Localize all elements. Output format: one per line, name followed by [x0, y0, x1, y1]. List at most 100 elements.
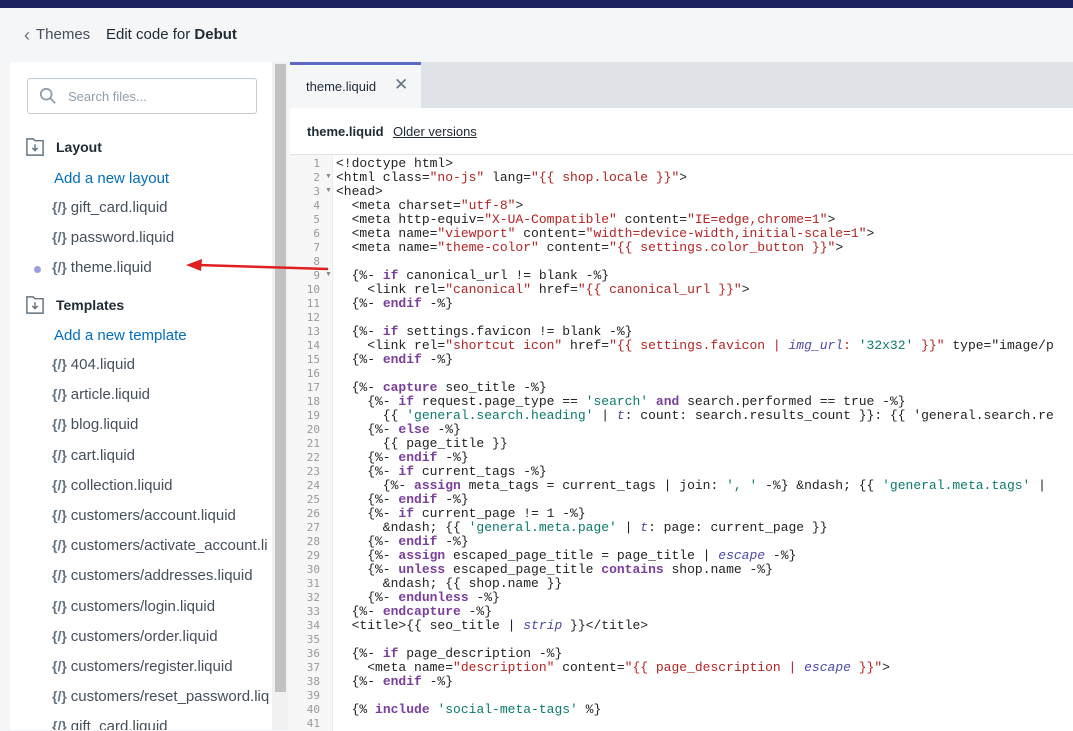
code-line[interactable]: {%- capture seo_title -%} [336, 380, 547, 395]
code-line[interactable]: <html class="no-js" lang="{{ shop.locale… [336, 170, 687, 185]
code-line[interactable]: {%- if canonical_url != blank -%} [336, 268, 609, 283]
file-name: theme.liquid [70, 259, 152, 276]
file-name: customers/login.liquid [70, 597, 216, 615]
file-code-icon: {/} [52, 597, 67, 614]
file-code-icon: {/} [52, 446, 67, 463]
file-item[interactable]: {/} gift_card.liquid [52, 718, 168, 730]
file-code-icon: {/} [52, 199, 67, 215]
file-item[interactable]: {/} customers/reset_password.liq [52, 688, 269, 705]
page-header: ‹ Themes Edit code for Debut [10, 8, 1073, 62]
code-line[interactable]: {%- if current_page != 1 -%} [336, 506, 585, 521]
file-item[interactable]: {/} customers/activate_account.li [52, 537, 268, 554]
file-code-icon: {/} [52, 507, 67, 523]
file-item[interactable]: {/} blog.liquid [52, 416, 138, 433]
code-line[interactable]: {%- endif -%} [336, 296, 453, 311]
file-item[interactable]: {/} customers/addresses.liquid [52, 567, 253, 584]
code-line[interactable]: <meta charset="utf-8"> [336, 198, 524, 213]
tab-theme-liquid[interactable]: theme.liquid ✕ [290, 62, 421, 108]
line-number: 20 [306, 423, 320, 436]
code-line[interactable]: <meta http-equiv="X-UA-Compatible" conte… [336, 212, 836, 227]
line-number: 23 [306, 465, 320, 478]
code-line[interactable]: <title>{{ seo_title | strip }}</title> [336, 618, 648, 633]
code-line[interactable]: {%- else -%} [336, 422, 461, 437]
code-line[interactable]: {% include 'social-meta-tags' %} [336, 702, 602, 717]
file-code-icon: {/} [52, 229, 67, 245]
code-line[interactable]: {%- if page_description -%} [336, 646, 563, 661]
file-item[interactable]: {/} 404.liquid [52, 356, 135, 373]
file-item[interactable]: {/} article.liquid [52, 386, 150, 403]
file-code-icon: {/} [52, 416, 67, 433]
code-line[interactable]: <meta name="description" content="{{ pag… [336, 660, 890, 675]
code-line[interactable]: <link rel="shortcut icon" href="{{ setti… [336, 338, 1054, 353]
file-code-icon: {/} [52, 386, 67, 403]
search-files-input[interactable] [66, 85, 250, 107]
code-line[interactable]: {%- if request.page_type == 'search' and… [336, 394, 905, 409]
file-code-icon: {/} [52, 718, 67, 730]
code-line[interactable]: {%- endcapture -%} [336, 604, 492, 619]
back-to-themes-link[interactable]: ‹ Themes [24, 26, 91, 44]
page-title-prefix: Edit code for [106, 26, 195, 43]
older-versions-link[interactable]: Older versions [393, 124, 477, 139]
file-item[interactable]: {/} customers/login.liquid [52, 598, 215, 615]
file-item[interactable]: {/} customers/order.liquid [52, 628, 218, 645]
code-line[interactable]: <!doctype html> [336, 156, 453, 171]
code-line[interactable]: {{ page_title }} [336, 436, 508, 451]
file-item[interactable]: {/} collection.liquid [52, 477, 173, 494]
back-label: Themes [36, 26, 91, 43]
code-line[interactable]: {{ 'general.search.heading' | t: count: … [336, 408, 1054, 423]
close-icon[interactable]: ✕ [394, 75, 408, 95]
line-number: 10 [306, 283, 320, 296]
file-code-icon: {/} [52, 537, 67, 554]
code-line[interactable]: <head> [336, 184, 383, 199]
code-line[interactable]: {%- assign meta_tags = current_tags | jo… [336, 478, 1046, 493]
line-number: 27 [306, 521, 320, 534]
file-item[interactable]: {/} customers/register.liquid [52, 658, 233, 675]
file-item[interactable]: {/} customers/account.liquid [52, 507, 236, 524]
file-code-icon: {/} [52, 259, 67, 275]
line-number: 21 [306, 437, 320, 450]
code-line[interactable]: {%- endif -%} [336, 450, 468, 465]
file-item[interactable]: {/} password.liquid [52, 229, 174, 246]
fold-toggle-icon[interactable]: ▼ [325, 271, 332, 278]
file-name: customers/activate_account.li [70, 537, 268, 555]
code-line[interactable]: &ndash; {{ 'general.meta.page' | t: page… [336, 520, 828, 535]
fold-toggle-icon[interactable]: ▼ [325, 173, 332, 180]
code-line[interactable]: {%- unless escaped_page_title contains s… [336, 562, 773, 577]
code-line[interactable]: {%- endunless -%} [336, 590, 500, 605]
sidebar-scrollbar-thumb[interactable] [275, 64, 286, 692]
file-code-icon: {/} [52, 658, 67, 674]
section-templates[interactable]: Templates [26, 296, 124, 314]
line-number: 1 [313, 157, 320, 170]
fold-toggle-icon[interactable]: ▼ [325, 187, 332, 194]
file-item[interactable]: {/} gift_card.liquid [52, 199, 168, 216]
tab-label: theme.liquid [306, 79, 377, 94]
code-line[interactable]: {%- assign escaped_page_title = page_tit… [336, 548, 796, 563]
add-template-link[interactable]: Add a new template [54, 327, 187, 344]
line-number: 5 [313, 213, 320, 226]
code-line[interactable]: <link rel="canonical" href="{{ canonical… [336, 282, 749, 297]
code-line[interactable]: <meta name="viewport" content="width=dev… [336, 226, 875, 241]
code-line[interactable]: &ndash; {{ shop.name }} [336, 576, 562, 591]
code-line[interactable]: {%- endif -%} [336, 674, 453, 689]
code-line[interactable]: {%- endif -%} [336, 352, 453, 367]
line-number: 16 [306, 367, 320, 380]
code-line[interactable]: {%- endif -%} [336, 534, 468, 549]
search-box[interactable] [27, 78, 257, 114]
code-line[interactable]: <meta name="theme-color" content="{{ set… [336, 240, 844, 255]
line-number: 13 [306, 325, 320, 338]
code-line[interactable]: {%- if settings.favicon != blank -%} [336, 324, 633, 339]
line-number: 15 [306, 353, 320, 366]
editor-tabs: theme.liquid ✕ [290, 62, 1073, 108]
code-line[interactable]: {%- endif -%} [336, 492, 468, 507]
file-name: customers/reset_password.liq [70, 688, 270, 706]
section-layout[interactable]: Layout [26, 138, 102, 156]
code-editor[interactable]: 1 2 ▼ 3 ▼ 4 5 6 7 8 9 ▼ 10 11 12 13 14 15 16 17 18 19 20 21 22 23… [290, 154, 1073, 731]
line-number: 12 [306, 311, 320, 324]
line-number: 33 [306, 605, 320, 618]
code-line[interactable]: {%- if current_tags -%} [336, 464, 546, 479]
file-item[interactable]: {/} cart.liquid [52, 447, 135, 464]
file-sidebar: Layout Add a new layout {/}gift_card.liq… [10, 62, 272, 730]
add-layout-link[interactable]: Add a new layout [54, 170, 169, 187]
line-number: 37 [306, 661, 320, 674]
file-item[interactable]: {/} theme.liquid [52, 259, 152, 276]
